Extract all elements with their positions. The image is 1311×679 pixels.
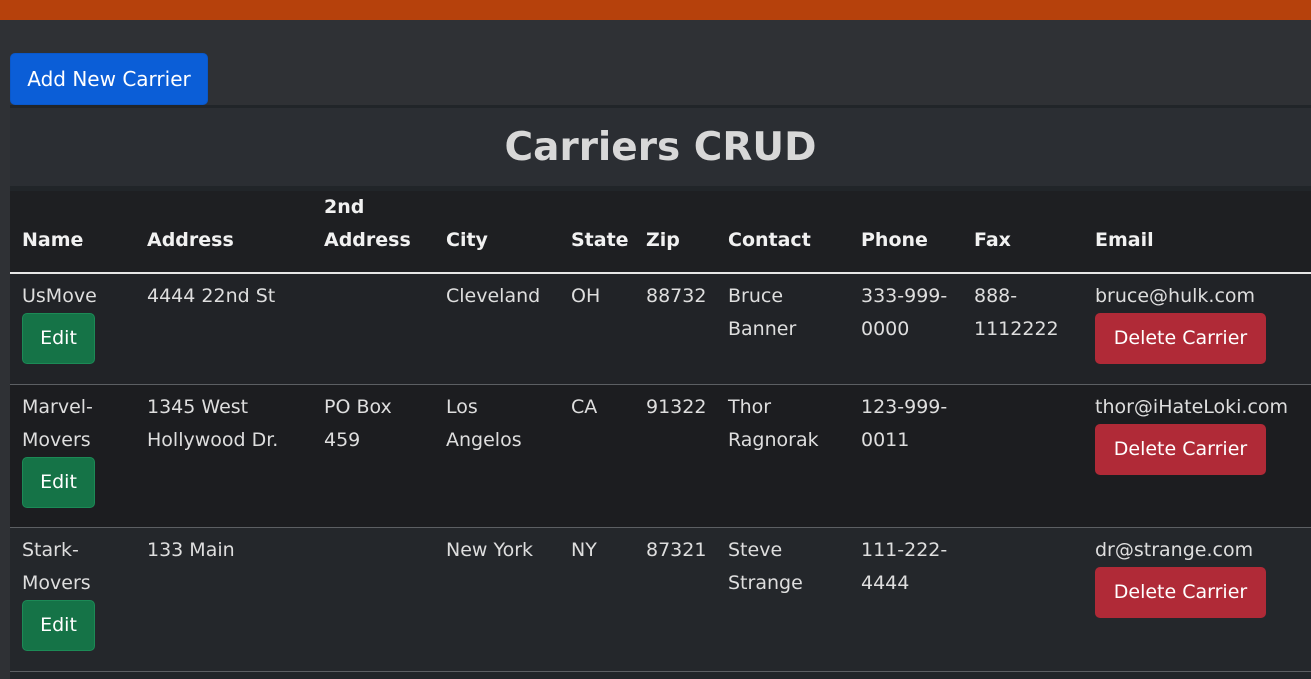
table-row: Marvel-Movers Edit 1345 West Hollywood D… [10, 384, 1311, 528]
column-header-state: State [559, 191, 634, 274]
column-header-city: City [434, 191, 559, 274]
carriers-table: Name Address 2nd Address City State Zip … [10, 191, 1311, 672]
table-row: UsMove Edit 4444 22nd St Cleveland OH 88… [10, 273, 1311, 385]
column-header-zip: Zip [634, 191, 716, 274]
address2-cell [312, 527, 434, 672]
email-cell: thor@iHateLoki.com Delete Carrier [1083, 384, 1311, 528]
name-cell: Marvel-Movers Edit [10, 384, 135, 528]
delete-carrier-button[interactable]: Delete Carrier [1095, 566, 1266, 618]
zip-cell: 87321 [634, 527, 716, 672]
column-header-2nd-address: 2nd Address [312, 191, 434, 274]
state-cell: NY [559, 527, 634, 672]
column-header-contact: Contact [716, 191, 849, 274]
edit-button[interactable]: Edit [22, 456, 95, 508]
carrier-name: Marvel-Movers [22, 395, 93, 451]
carrier-email: bruce@hulk.com [1095, 285, 1256, 307]
address2-cell: PO Box 459 [312, 384, 434, 528]
name-cell: UsMove Edit [10, 273, 135, 385]
state-cell: OH [559, 273, 634, 385]
table-row: Stark-Movers Edit 133 Main New York NY 8… [10, 527, 1311, 672]
edit-button[interactable]: Edit [22, 313, 95, 364]
email-cell: bruce@hulk.com Delete Carrier [1083, 273, 1311, 385]
fax-cell [962, 384, 1083, 528]
contact-cell: Bruce Banner [716, 273, 849, 385]
top-bar [0, 0, 1311, 20]
add-new-carrier-button[interactable]: Add New Carrier [10, 53, 208, 105]
address-cell: 1345 West Hollywood Dr. [135, 384, 312, 528]
phone-cell: 111-222-4444 [849, 527, 962, 672]
state-cell: CA [559, 384, 634, 528]
column-header-email: Email [1083, 191, 1311, 274]
phone-cell: 123-999-0011 [849, 384, 962, 528]
address2-cell [312, 273, 434, 385]
column-header-fax: Fax [962, 191, 1083, 274]
carrier-name: Stark-Movers [22, 538, 91, 594]
email-cell: dr@strange.com Delete Carrier [1083, 527, 1311, 672]
address-cell: 4444 22nd St [135, 273, 312, 385]
zip-cell: 91322 [634, 384, 716, 528]
phone-cell: 333-999-0000 [849, 273, 962, 385]
contact-cell: Steve Strange [716, 527, 849, 672]
zip-cell: 88732 [634, 273, 716, 385]
address-cell: 133 Main [135, 527, 312, 672]
carrier-email: thor@iHateLoki.com [1095, 395, 1289, 418]
column-header-phone: Phone [849, 191, 962, 274]
delete-carrier-button[interactable]: Delete Carrier [1095, 313, 1266, 364]
fax-cell: 888-1112222 [962, 273, 1083, 385]
carrier-email: dr@strange.com [1095, 538, 1254, 561]
contact-cell: Thor Ragnorak [716, 384, 849, 528]
name-cell: Stark-Movers Edit [10, 527, 135, 672]
column-header-name: Name [10, 191, 135, 274]
fax-cell [962, 527, 1083, 672]
table-header-row: Name Address 2nd Address City State Zip … [10, 191, 1311, 274]
column-header-address: Address [135, 191, 312, 274]
page-title: Carriers CRUD [10, 108, 1311, 186]
carrier-name: UsMove [22, 285, 97, 307]
city-cell: Cleveland [434, 273, 559, 385]
edit-button[interactable]: Edit [22, 599, 95, 651]
city-cell: New York [434, 527, 559, 672]
city-cell: Los Angelos [434, 384, 559, 528]
delete-carrier-button[interactable]: Delete Carrier [1095, 423, 1266, 475]
